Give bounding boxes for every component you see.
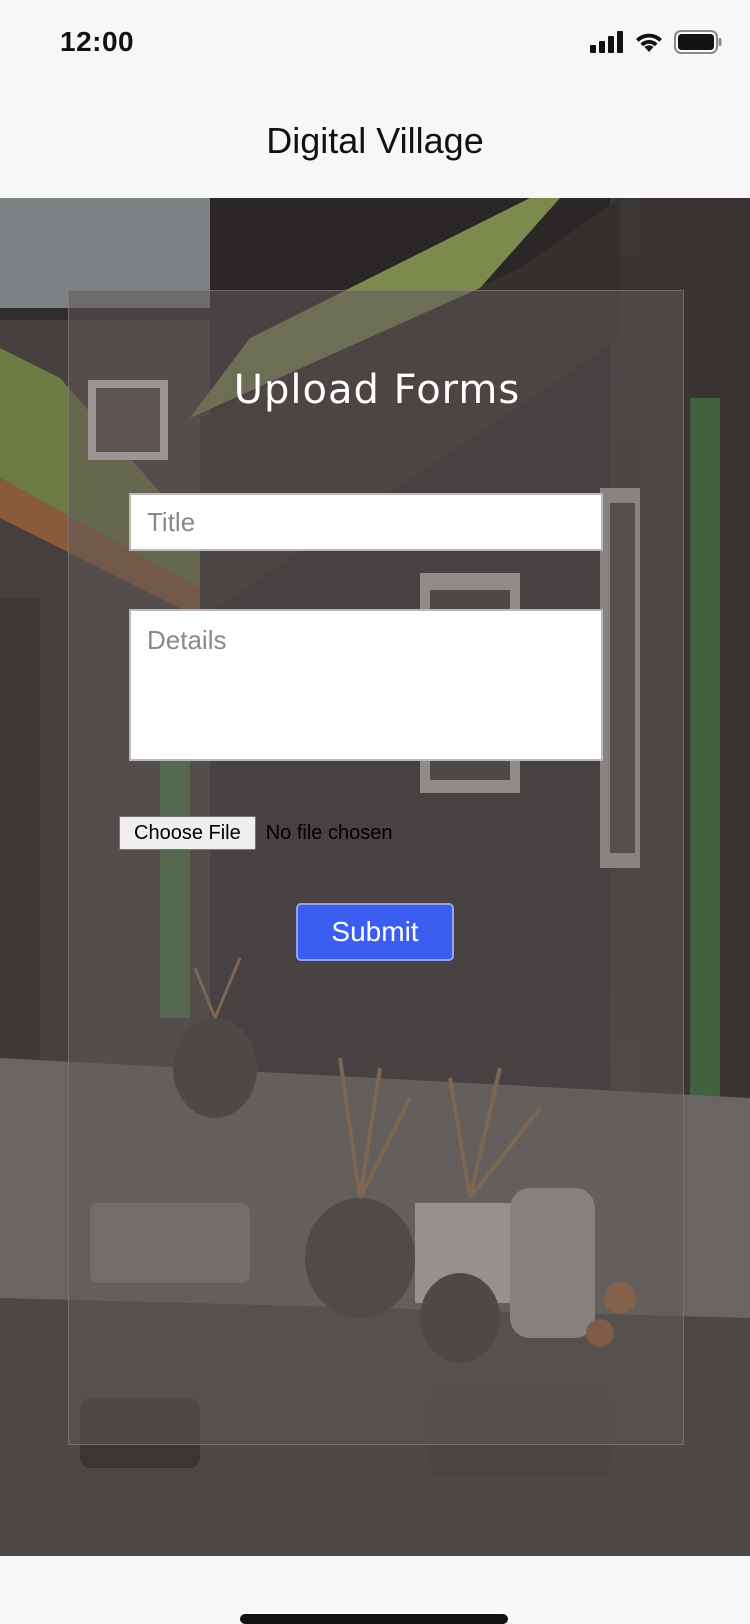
upload-form-card: Upload Forms Choose File No file chosen … [68,290,684,1445]
choose-file-button[interactable]: Choose File [119,816,256,850]
file-status-text: No file chosen [265,821,393,844]
app-title: Digital Village [266,120,484,161]
status-icons [590,30,722,59]
cellular-signal-icon [590,31,624,58]
nav-header: Digital Village [0,90,750,198]
submit-button[interactable]: Submit [296,903,454,961]
status-bar: 12:00 [0,0,750,90]
form-title: Upload Forms [233,367,521,413]
home-indicator[interactable] [240,1614,508,1624]
phone-screen: 12:00 Digital Village Upload Forms Title… [0,0,750,1624]
file-picker: Choose File No file chosen [119,816,392,850]
background-photo: Upload Forms Choose File No file chosen … [0,198,750,1556]
battery-icon [674,30,722,59]
wifi-icon [634,31,664,58]
title-input[interactable] [129,493,603,551]
details-textarea[interactable] [129,609,603,761]
status-time: 12:00 [60,26,135,57]
